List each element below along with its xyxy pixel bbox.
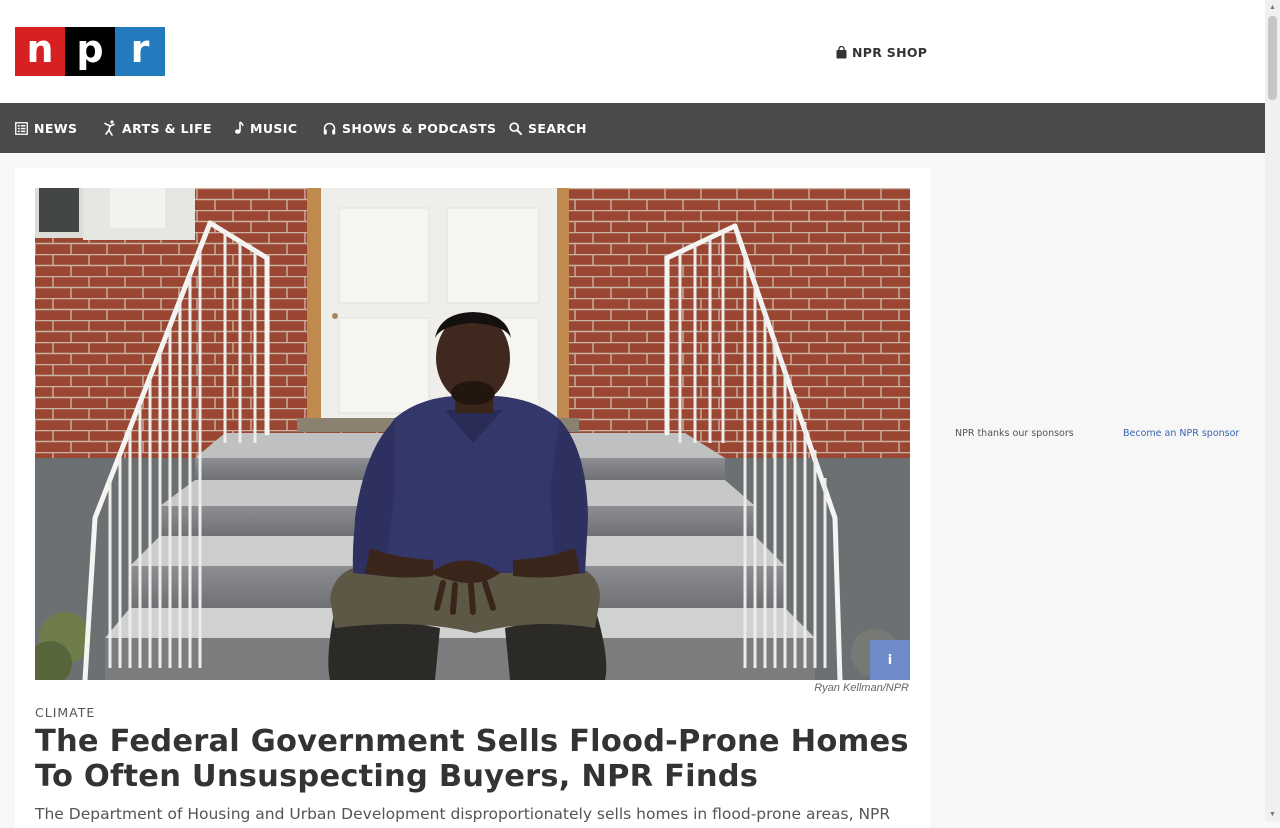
nav-item-music[interactable]: MUSIC (234, 103, 297, 153)
become-sponsor-link[interactable]: Become an NPR sponsor (1123, 428, 1239, 439)
main-navigation: NEWS ARTS & LIFE MUSIC SHOWS & PODCASTS … (0, 103, 1265, 153)
sponsor-thanks-text: NPR thanks our sponsors (955, 428, 1074, 439)
nav-item-search[interactable]: SEARCH (509, 103, 587, 153)
image-credit: Ryan Kellman/NPR (814, 682, 909, 694)
nav-label-search: SEARCH (528, 120, 587, 136)
search-icon (509, 121, 522, 135)
dancer-icon (104, 120, 115, 136)
nav-item-arts-life[interactable]: ARTS & LIFE (104, 103, 212, 153)
headphones-icon (323, 122, 336, 134)
section-slug[interactable]: CLIMATE (35, 705, 95, 720)
nav-label-music: MUSIC (250, 120, 298, 136)
nav-item-news[interactable]: NEWS (15, 103, 77, 153)
shopping-bag-icon (836, 45, 847, 58)
hero-photo (35, 188, 910, 680)
nav-label-shows-podcasts: SHOWS & PODCASTS (342, 120, 497, 136)
logo-letter-p: p (65, 27, 115, 76)
logo-letter-r: r (115, 27, 165, 76)
npr-shop-label: NPR SHOP (852, 44, 928, 60)
site-header: n p r NPR SHOP (0, 0, 1265, 103)
npr-logo[interactable]: n p r (15, 27, 165, 76)
article-teaser: The Department of Housing and Urban Deve… (35, 805, 891, 823)
image-info-button[interactable]: i (870, 640, 910, 680)
nav-label-arts-life: ARTS & LIFE (122, 120, 212, 136)
news-icon (15, 121, 28, 135)
article-card: i Ryan Kellman/NPR CLIMATE The Federal G… (15, 168, 930, 828)
scroll-down-icon[interactable]: ▼ (1265, 807, 1280, 821)
music-note-icon (235, 121, 244, 134)
scroll-up-icon[interactable]: ▲ (1265, 0, 1280, 14)
scrollbar-thumb[interactable] (1268, 16, 1277, 100)
nav-item-shows-podcasts[interactable]: SHOWS & PODCASTS (323, 103, 496, 153)
page-scrollbar[interactable]: ▲ ▼ (1265, 0, 1280, 821)
logo-letter-n: n (15, 27, 65, 76)
article-hero-image[interactable]: i (35, 188, 910, 680)
nav-label-news: NEWS (34, 120, 78, 136)
article-headline[interactable]: The Federal Government Sells Flood-Prone… (35, 724, 915, 794)
npr-shop-link[interactable]: NPR SHOP (836, 44, 927, 60)
